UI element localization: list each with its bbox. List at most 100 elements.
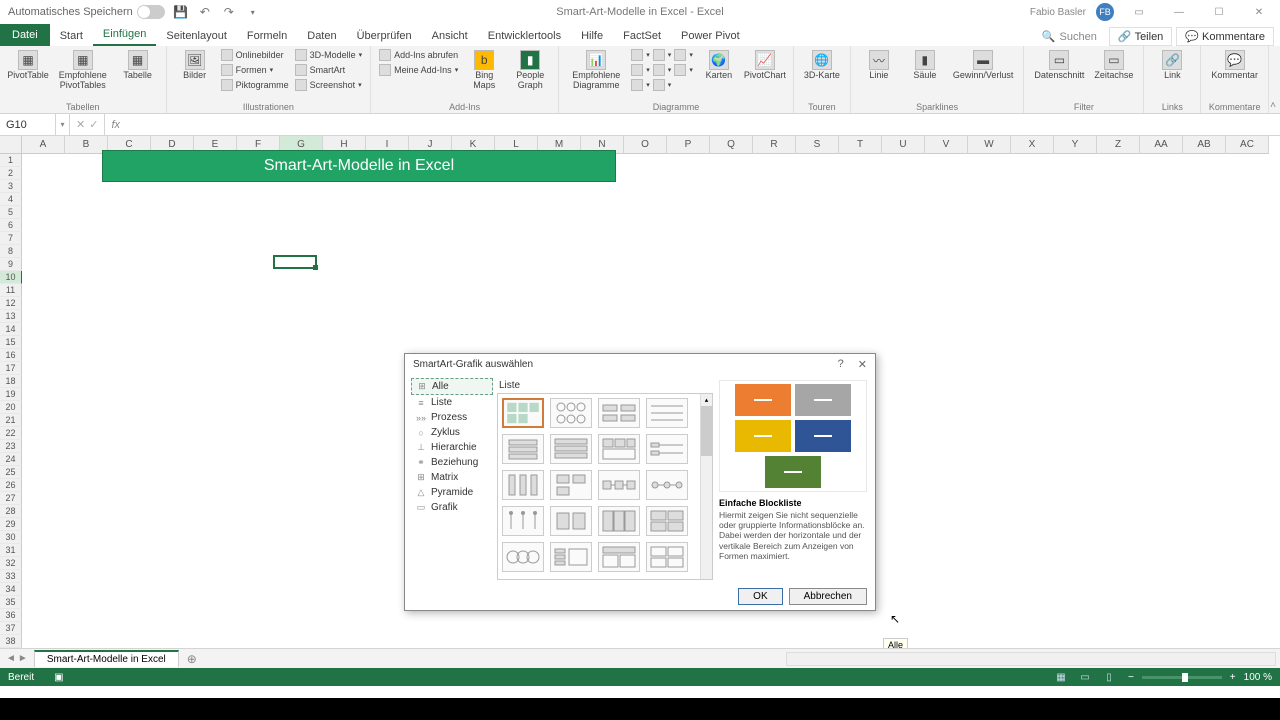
category-grafik[interactable]: ▭Grafik [411,500,493,515]
file-tab[interactable]: Datei [0,24,50,46]
row-header[interactable]: 35 [0,596,22,609]
category-zyklus[interactable]: ○Zyklus [411,425,493,440]
layout-thumbnail[interactable] [550,398,592,428]
cancel-button[interactable]: Abbrechen [789,588,867,605]
zoom-in-icon[interactable]: + [1230,672,1236,683]
layout-thumbnail[interactable] [598,398,640,428]
column-header[interactable]: AA [1140,136,1183,154]
tab-hilfe[interactable]: Hilfe [571,26,613,46]
category-prozess[interactable]: »»Prozess [411,410,493,425]
category-pyramide[interactable]: △Pyramide [411,485,493,500]
spreadsheet-grid[interactable]: ABCDEFGHIJKLMNOPQRSTUVWXYZAAABAC 1234567… [0,136,1280,648]
layout-thumbnail[interactable] [598,506,640,536]
layout-thumbnail[interactable] [502,542,544,572]
banner-shape[interactable]: Smart-Art-Modelle in Excel [102,150,616,182]
dialog-close-icon[interactable]: ✕ [858,358,867,371]
column-header[interactable]: S [796,136,839,154]
column-header[interactable]: U [882,136,925,154]
tab-factset[interactable]: FactSet [613,26,671,46]
column-header[interactable]: V [925,136,968,154]
toggle-switch-icon[interactable] [137,5,165,19]
category-liste[interactable]: ≡Liste [411,395,493,410]
row-header[interactable]: 27 [0,492,22,505]
column-header[interactable]: AB [1183,136,1226,154]
redo-icon[interactable]: ↷ [221,4,237,20]
row-header[interactable]: 9 [0,258,22,271]
row-header[interactable]: 20 [0,401,22,414]
comments-button[interactable]: 💬Kommentare [1176,27,1274,46]
row-header[interactable]: 16 [0,349,22,362]
tab-formeln[interactable]: Formeln [237,26,297,46]
row-header[interactable]: 37 [0,622,22,635]
column-header[interactable]: T [839,136,882,154]
name-box[interactable]: G10 [0,114,56,135]
name-box-dropdown-icon[interactable]: ▾ [56,114,70,135]
layout-thumbnail[interactable] [550,434,592,464]
layout-thumbnail[interactable] [598,542,640,572]
get-addins-button[interactable]: Add-Ins abrufen [377,48,460,62]
layout-thumbnail[interactable] [550,470,592,500]
column-header[interactable]: Q [710,136,753,154]
category-hierarchie[interactable]: ⊥Hierarchie [411,440,493,455]
column-header[interactable]: A [22,136,65,154]
row-header[interactable]: 4 [0,193,22,206]
add-sheet-icon[interactable]: ⊕ [179,652,205,666]
row-header[interactable]: 6 [0,219,22,232]
tab-start[interactable]: Start [50,26,93,46]
my-addins-button[interactable]: Meine Add-Ins▾ [377,63,460,77]
row-header[interactable]: 22 [0,427,22,440]
row-header[interactable]: 11 [0,284,22,297]
layout-thumbnail[interactable] [550,542,592,572]
category-matrix[interactable]: ⊞Matrix [411,470,493,485]
row-header[interactable]: 31 [0,544,22,557]
row-header[interactable]: 14 [0,323,22,336]
search-box[interactable]: 🔍 Suchen [1034,30,1105,43]
page-break-view-icon[interactable]: ▯ [1098,670,1120,684]
column-header[interactable]: AC [1226,136,1269,154]
row-header[interactable]: 2 [0,167,22,180]
row-header[interactable]: 10 [0,271,22,284]
category-beziehung[interactable]: ⚭Beziehung [411,455,493,470]
sheet-nav-prev-icon[interactable]: ◄ [6,653,16,664]
tab-daten[interactable]: Daten [297,26,346,46]
layout-thumbnail[interactable] [646,434,688,464]
row-header[interactable]: 29 [0,518,22,531]
column-header[interactable]: R [753,136,796,154]
dialog-help-icon[interactable]: ? [838,358,844,371]
maximize-icon[interactable]: ☐ [1204,3,1234,21]
sheet-tab[interactable]: Smart-Art-Modelle in Excel [34,650,179,667]
row-header[interactable]: 19 [0,388,22,401]
column-header[interactable]: W [968,136,1011,154]
chart-type-3[interactable]: ▾▾ [629,78,695,92]
user-avatar[interactable]: FB [1096,3,1114,21]
column-header[interactable]: Z [1097,136,1140,154]
undo-icon[interactable]: ↶ [197,4,213,20]
scroll-up-icon[interactable]: ▴ [701,394,712,406]
row-header[interactable]: 17 [0,362,22,375]
layout-thumbnail[interactable] [550,506,592,536]
row-header[interactable]: 25 [0,466,22,479]
row-header[interactable]: 8 [0,245,22,258]
tab-powerpivot[interactable]: Power Pivot [671,26,750,46]
row-header[interactable]: 28 [0,505,22,518]
row-header[interactable]: 3 [0,180,22,193]
sheet-nav-next-icon[interactable]: ► [18,653,28,664]
row-header[interactable]: 1 [0,154,22,167]
layout-thumbnail[interactable] [502,506,544,536]
layout-thumbnail[interactable] [646,470,688,500]
minimize-icon[interactable]: — [1164,3,1194,21]
row-header[interactable]: 23 [0,440,22,453]
gallery-scrollbar[interactable]: ▴ [700,394,712,579]
row-header[interactable]: 36 [0,609,22,622]
tab-ueberpruefen[interactable]: Überprüfen [347,26,422,46]
row-header[interactable]: 7 [0,232,22,245]
select-all-corner[interactable] [0,136,22,154]
layout-thumbnail[interactable] [502,434,544,464]
column-header[interactable]: P [667,136,710,154]
online-pictures-button[interactable]: Onlinebilder [219,48,291,62]
row-header[interactable]: 12 [0,297,22,310]
active-cell[interactable] [273,255,317,269]
row-header[interactable]: 38 [0,635,22,648]
tab-einfuegen[interactable]: Einfügen [93,24,156,46]
chart-type-1[interactable]: ▾▾▾ [629,48,695,62]
